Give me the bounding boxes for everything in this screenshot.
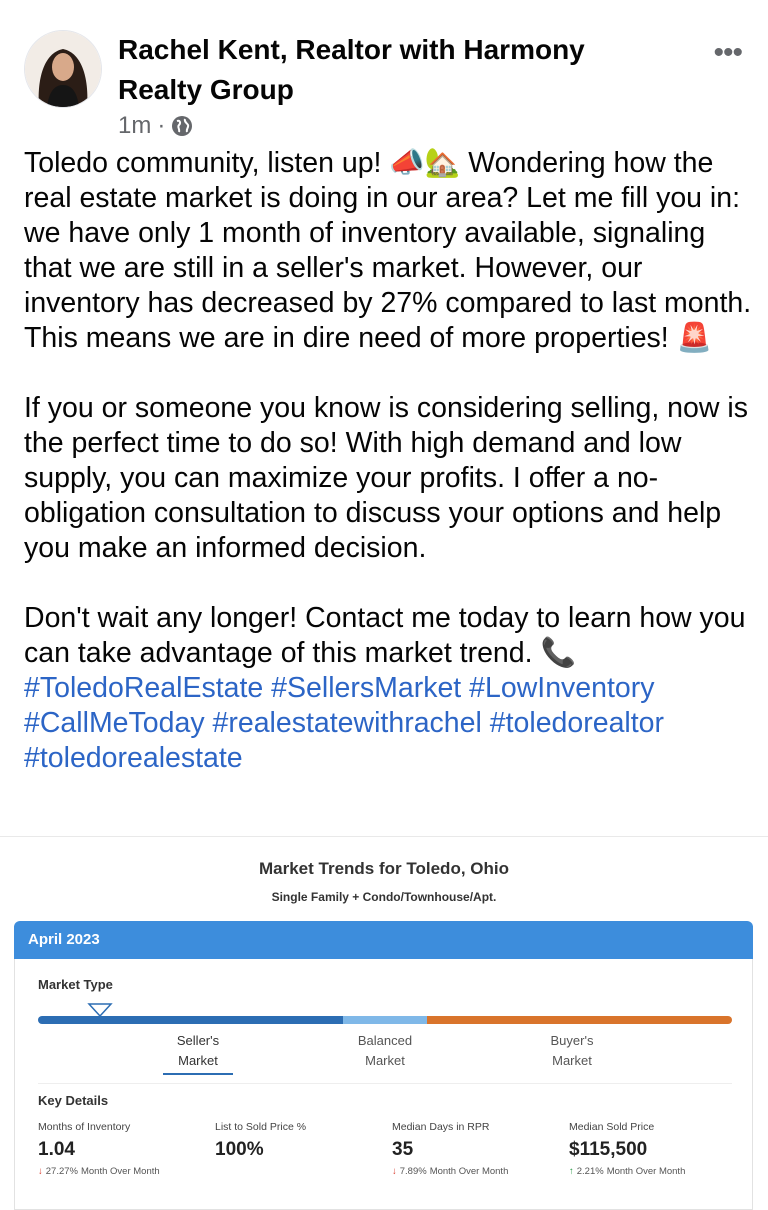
stat-label: Months of Inventory — [38, 1121, 131, 1133]
stat-value: $115,500 — [569, 1139, 648, 1160]
post-header: Rachel Kent, Realtor with Harmony Realty… — [0, 0, 768, 150]
post-hashtags[interactable]: #ToledoRealEstate #SellersMarket #LowInv… — [24, 671, 754, 776]
arrow-down-icon: ↓ — [392, 1166, 397, 1177]
month-label: April 2023 — [28, 931, 100, 948]
stat-change: ↓ 7.89% Month Over Month — [392, 1166, 508, 1177]
stat-change-value: 2.21% — [576, 1166, 604, 1177]
author-avatar[interactable] — [24, 30, 102, 108]
key-details-title: Key Details — [38, 1093, 109, 1108]
arrow-down-icon: ↓ — [38, 1166, 43, 1177]
seller-market-label: Seller's Market — [163, 1031, 233, 1075]
post-time[interactable]: 1m — [118, 112, 151, 140]
card-title: Market Trends for Toledo, Ohio — [259, 859, 509, 878]
stat-change-note: Month Over Month — [80, 1166, 160, 1177]
market-type-scale — [38, 1016, 732, 1024]
post-meta: 1m · — [118, 112, 193, 140]
stat-change: ↑ 2.21% Month Over Month — [569, 1166, 685, 1177]
stat-value: 1.04 — [38, 1139, 75, 1160]
stat-label: List to Sold Price % — [215, 1121, 307, 1133]
month-header: April 2023 — [14, 921, 753, 959]
author-name[interactable]: Rachel Kent, Realtor with Harmony Realty… — [118, 30, 638, 110]
stat-change-value: 7.89% — [399, 1166, 427, 1177]
balanced-market-label: Balanced Market — [357, 1033, 413, 1068]
stat-median-sold-price: Median Sold Price $115,500 ↑ 2.21% Month… — [569, 1121, 685, 1177]
post-body: Toledo community, listen up! 📣🏡 Wonderin… — [24, 146, 754, 776]
stat-change: ↓ 27.27% Month Over Month — [38, 1166, 160, 1177]
stat-change-note: Month Over Month — [606, 1166, 686, 1177]
market-panel: Market Type Seller's Market Balanced Mar… — [14, 959, 753, 1210]
seller-segment — [38, 1016, 343, 1024]
arrow-up-icon: ↑ — [569, 1166, 574, 1177]
seller-market-text: Seller's Market — [176, 1033, 220, 1068]
stat-months-inventory: Months of Inventory 1.04 ↓ 27.27% Month … — [38, 1121, 160, 1177]
stat-label: Median Sold Price — [569, 1121, 655, 1133]
buyer-market-label: Buyer's Market — [550, 1033, 594, 1068]
stat-value: 100% — [215, 1139, 264, 1160]
stat-median-days: Median Days in RPR 35 ↓ 7.89% Month Over… — [392, 1121, 508, 1177]
market-trends-card[interactable]: Market Trends for Toledo, Ohio Single Fa… — [0, 836, 768, 1210]
meta-separator: · — [157, 112, 166, 139]
more-options-icon[interactable]: ••• — [713, 36, 742, 70]
stat-label: Median Days in RPR — [392, 1121, 490, 1133]
balanced-segment — [343, 1016, 427, 1024]
post-paragraph: If you or someone you know is considerin… — [24, 392, 748, 564]
post-paragraph: Toledo community, listen up! 📣🏡 Wonderin… — [24, 147, 752, 354]
globe-icon — [172, 116, 193, 136]
stat-change-value: 27.27% — [45, 1166, 78, 1177]
market-type-title: Market Type — [38, 977, 113, 992]
stat-value: 35 — [392, 1139, 414, 1160]
active-underline — [163, 1073, 233, 1075]
avatar-image — [25, 31, 101, 107]
buyer-segment — [427, 1016, 732, 1024]
post-paragraph: Don't wait any longer! Contact me today … — [24, 602, 746, 669]
stat-change-note: Month Over Month — [429, 1166, 509, 1177]
card-subtitle: Single Family + Condo/Townhouse/Apt. — [271, 890, 497, 904]
divider — [38, 1083, 732, 1084]
stat-list-to-sold: List to Sold Price % 100% — [215, 1121, 306, 1161]
